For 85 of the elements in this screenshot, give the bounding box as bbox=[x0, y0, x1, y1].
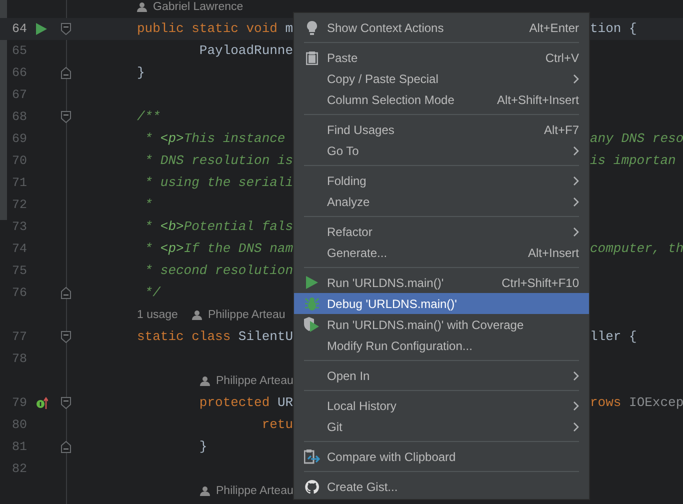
menu-item[interactable]: Git bbox=[294, 416, 589, 437]
fold-marker-icon[interactable] bbox=[61, 111, 71, 123]
code-line: /** bbox=[137, 108, 160, 126]
line-number: 68 bbox=[10, 110, 27, 124]
code-line: * <b>Potential fals bbox=[144, 218, 294, 236]
fold-marker-icon[interactable] bbox=[61, 287, 71, 299]
code-line: protected UR bbox=[198, 394, 294, 412]
menu-item[interactable]: Run 'URLDNS.main()' with Coverage bbox=[294, 314, 589, 335]
line-number: 81 bbox=[10, 440, 27, 454]
person-icon bbox=[192, 310, 202, 320]
line-number: 71 bbox=[10, 176, 27, 190]
line-number: 65 bbox=[10, 44, 27, 58]
menu-item[interactable]: Folding bbox=[294, 170, 589, 191]
line-number: 82 bbox=[10, 462, 27, 476]
code-line: retu bbox=[260, 416, 294, 434]
line-number: 78 bbox=[10, 352, 27, 366]
menu-item[interactable]: Create Gist... bbox=[294, 476, 589, 497]
code-line: * <p>If the DNS nam bbox=[144, 240, 294, 258]
line-number: 66 bbox=[10, 66, 27, 80]
compare-clipboard-icon bbox=[304, 449, 320, 464]
line-number: 80 bbox=[10, 418, 27, 432]
menu-item[interactable]: Copy / Paste Special bbox=[294, 68, 589, 89]
fold-marker-icon[interactable] bbox=[61, 23, 71, 35]
menu-item[interactable]: Debug 'URLDNS.main()' bbox=[294, 293, 589, 314]
code-line: */ bbox=[144, 284, 160, 302]
menu-item[interactable]: Generate... Alt+Insert bbox=[294, 242, 589, 263]
run-icon bbox=[306, 276, 318, 289]
code-line: any DNS reso bbox=[590, 130, 683, 148]
menu-item[interactable]: Find Usages Alt+F7 bbox=[294, 119, 589, 140]
fold-marker-icon[interactable] bbox=[61, 397, 71, 409]
code-line: * using the seriali bbox=[144, 174, 294, 192]
code-line: PayloadRunne bbox=[198, 42, 294, 60]
lightbulb-icon bbox=[307, 20, 317, 34]
line-number: 70 bbox=[10, 154, 27, 168]
line-number: 76 bbox=[10, 286, 27, 300]
author-hint[interactable]: Philippe Arteau bbox=[216, 375, 294, 387]
fold-marker-icon[interactable] bbox=[61, 441, 71, 453]
code-line: computer, th bbox=[590, 240, 683, 258]
menu-item[interactable]: Analyze bbox=[294, 191, 589, 212]
fold-marker-icon[interactable] bbox=[61, 331, 71, 343]
person-icon bbox=[137, 2, 147, 12]
line-number: 77 bbox=[10, 330, 27, 344]
line-number: 69 bbox=[10, 132, 27, 146]
code-line: * DNS resolution is bbox=[144, 152, 294, 170]
code-line: * second resolution bbox=[144, 262, 294, 280]
author-hint[interactable]: Gabriel Lawrence bbox=[153, 1, 244, 13]
coverage-run-icon bbox=[304, 317, 320, 332]
usages-hint[interactable]: 1 usage bbox=[137, 309, 178, 321]
code-line: rows IOExcep bbox=[590, 394, 683, 412]
line-number: 75 bbox=[10, 264, 27, 278]
menu-item[interactable]: Column Selection Mode Alt+Shift+Insert bbox=[294, 89, 589, 110]
line-number: 74 bbox=[10, 242, 27, 256]
clipboard-icon bbox=[306, 50, 318, 64]
menu-item[interactable]: Open In bbox=[294, 365, 589, 386]
code-line: public static void m bbox=[137, 20, 294, 38]
bug-icon bbox=[305, 296, 319, 310]
fold-marker-icon[interactable] bbox=[61, 67, 71, 79]
code-line: } bbox=[198, 438, 208, 456]
line-number: 72 bbox=[10, 198, 27, 212]
menu-item[interactable]: Run 'URLDNS.main()' Ctrl+Shift+F10 bbox=[294, 272, 589, 293]
menu-item[interactable]: Paste Ctrl+V bbox=[294, 47, 589, 68]
code-line: } bbox=[137, 64, 145, 82]
code-line: tion { bbox=[590, 20, 637, 38]
code-line: is importan bbox=[590, 152, 676, 170]
menu-item[interactable]: Show Context Actions Alt+Enter bbox=[294, 17, 589, 38]
implements-icon[interactable] bbox=[36, 397, 48, 409]
menu-item[interactable]: Local History bbox=[294, 395, 589, 416]
menu-item[interactable]: Go To bbox=[294, 140, 589, 161]
code-line: * bbox=[144, 196, 153, 214]
menu-item[interactable]: Modify Run Configuration... bbox=[294, 335, 589, 356]
author-hint[interactable]: Philippe Arteau bbox=[208, 309, 286, 321]
line-number: 64 bbox=[10, 22, 27, 36]
person-icon bbox=[200, 486, 210, 496]
line-number: 73 bbox=[10, 220, 27, 234]
menu-item[interactable]: Compare with Clipboard bbox=[294, 446, 589, 467]
github-icon bbox=[305, 480, 319, 494]
code-line: ller { bbox=[590, 328, 637, 346]
run-icon[interactable] bbox=[36, 23, 47, 35]
person-icon bbox=[200, 376, 210, 386]
author-hint[interactable]: Philippe Arteau bbox=[216, 485, 294, 497]
code-line: * <p>This instance bbox=[144, 130, 286, 148]
menu-item[interactable]: Refactor bbox=[294, 221, 589, 242]
line-number: 79 bbox=[10, 396, 27, 410]
code-line: static class SilentU bbox=[137, 328, 294, 346]
line-number: 67 bbox=[10, 88, 27, 102]
